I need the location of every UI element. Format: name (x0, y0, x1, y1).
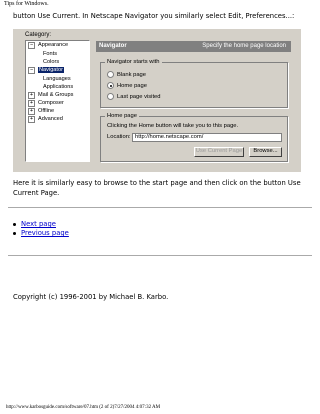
list-item: Previous page (13, 229, 69, 238)
tree-item-applications[interactable]: Applications (43, 84, 73, 90)
starts-with-group: Navigator starts with Blank page Home pa… (100, 59, 288, 108)
page-footer-url: http://www.karbosguide.com/software/07.h… (6, 405, 161, 410)
browse-button[interactable]: Browse... (249, 147, 282, 157)
tree-item-composer[interactable]: + Composer (28, 100, 64, 107)
radio-blank-page[interactable]: Blank page (107, 71, 146, 78)
intro-text: button Use Current. In Netscape Navigato… (13, 12, 295, 20)
category-label: Category: (25, 32, 52, 38)
nav-links: Next page Previous page (13, 220, 69, 238)
radio-last-page-visited[interactable]: Last page visited (107, 93, 161, 100)
body-paragraph: Here it is similarly easy to browse to t… (13, 179, 301, 197)
copyright-text: Copyright (c) 1996-2001 by Michael B. Ka… (13, 293, 169, 301)
expand-icon[interactable]: + (28, 116, 35, 123)
tree-item-navigator[interactable]: − Navigator (28, 67, 64, 74)
home-page-description: Clicking the Home button will take you t… (107, 123, 239, 129)
home-page-group: Home page Clicking the Home button will … (100, 113, 288, 162)
radio-icon[interactable] (107, 93, 114, 100)
home-page-group-label: Home page (105, 113, 139, 119)
starts-with-label: Navigator starts with (105, 59, 162, 65)
expand-icon[interactable]: + (28, 108, 35, 115)
use-current-page-button[interactable]: Use Current Page (194, 147, 244, 157)
tree-item-mail-groups[interactable]: + Mail & Groups (28, 92, 73, 99)
list-item: Next page (13, 220, 69, 229)
section-description: Specify the home page location (202, 43, 286, 49)
divider (8, 207, 312, 208)
preferences-dialog-screenshot: Category: − Appearance Fonts Colors − Navi… (13, 29, 301, 172)
category-tree: − Appearance Fonts Colors − Navigator Lang… (25, 40, 90, 162)
expand-icon[interactable]: + (28, 100, 35, 107)
collapse-icon[interactable]: − (28, 42, 35, 49)
radio-home-page[interactable]: Home page (107, 82, 147, 89)
radio-selected-icon[interactable] (107, 82, 114, 89)
page-header-title: Tips for Windows. (4, 1, 49, 7)
radio-icon[interactable] (107, 71, 114, 78)
previous-page-link[interactable]: Previous page (21, 229, 69, 238)
next-page-link[interactable]: Next page (21, 220, 56, 229)
tree-item-colors[interactable]: Colors (43, 59, 59, 65)
divider (8, 255, 312, 256)
tree-item-appearance[interactable]: − Appearance (28, 42, 68, 49)
location-input[interactable]: http://home.netscape.com/ (132, 133, 282, 142)
section-title: Navigator (99, 43, 127, 49)
tree-item-advanced[interactable]: + Advanced (28, 116, 63, 123)
location-label: Location: (107, 134, 131, 140)
section-header: Navigator Specify the home page location (96, 41, 291, 52)
tree-item-fonts[interactable]: Fonts (43, 51, 57, 57)
collapse-icon[interactable]: − (28, 67, 35, 74)
tree-item-languages[interactable]: Languages (43, 76, 71, 82)
tree-item-offline[interactable]: + Offline (28, 108, 54, 115)
expand-icon[interactable]: + (28, 92, 35, 99)
bullet-icon (13, 232, 16, 235)
bullet-icon (13, 223, 16, 226)
